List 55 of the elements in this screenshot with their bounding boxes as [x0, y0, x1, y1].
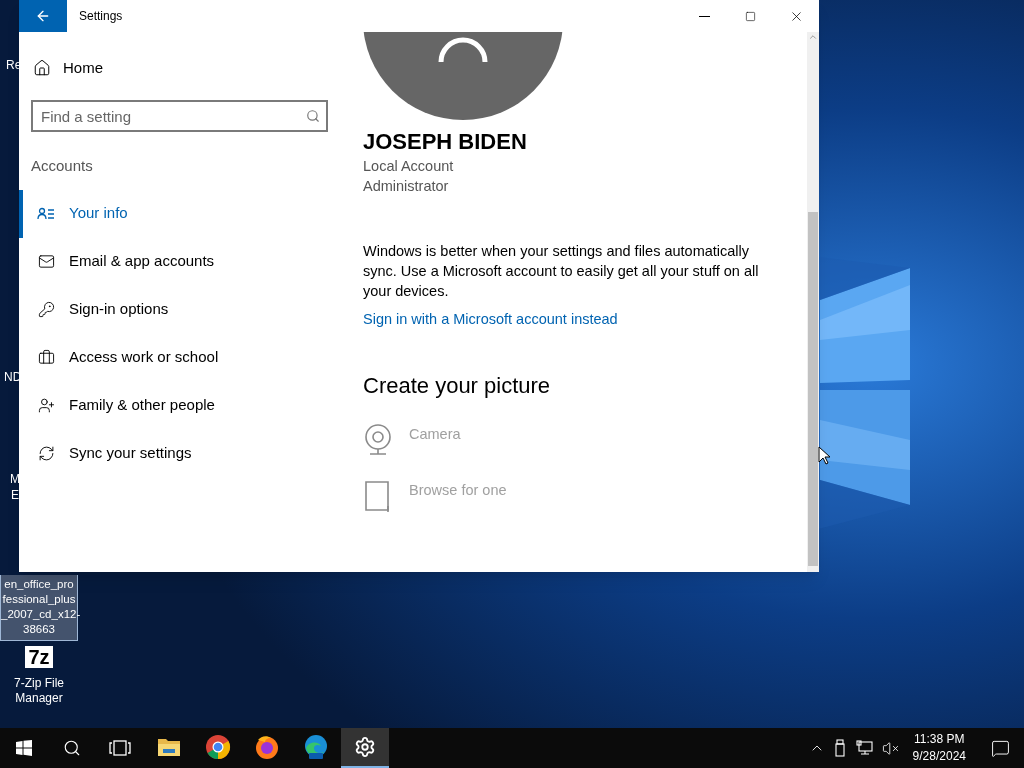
taskbar-app[interactable] — [341, 728, 389, 768]
settings-icon — [354, 736, 376, 758]
icon-label: 7-Zip File Manager — [13, 676, 65, 706]
icon-label: M — [10, 472, 20, 486]
section-heading: Create your picture — [363, 372, 552, 400]
maximize-icon — [744, 10, 756, 22]
scroll-up-icon — [808, 32, 818, 42]
home-nav-item[interactable]: Home — [19, 44, 340, 92]
scrollbar-thumb[interactable] — [808, 212, 818, 566]
mail-icon — [37, 253, 55, 270]
network-monitor-icon[interactable] — [855, 740, 873, 756]
chrome-icon — [205, 734, 231, 760]
document-icon — [364, 480, 392, 514]
nav-item[interactable]: Your info — [19, 189, 340, 238]
usb-drive-icon[interactable] — [833, 739, 846, 757]
home-icon — [33, 59, 51, 77]
mouse-pointer-icon — [818, 446, 830, 465]
person-list-icon — [37, 206, 55, 221]
nav-item[interactable]: Sign-in options — [19, 285, 340, 334]
search-icon — [63, 739, 81, 757]
clock-time: 11:38 PM — [914, 731, 965, 748]
clock-date: 9/28/2024 — [912, 748, 966, 765]
nav-item[interactable]: Family & other people — [19, 381, 340, 430]
account-detail: Administrator — [363, 177, 450, 196]
folder-icon — [157, 737, 181, 757]
user-name: JOSEPH BIDEN — [363, 128, 528, 156]
microsoft-account-link[interactable]: Sign in with a Microsoft account instead — [363, 309, 618, 329]
back-button[interactable] — [19, 0, 67, 32]
sync-icon — [37, 445, 55, 462]
notification-icon — [990, 738, 1010, 758]
key-icon — [37, 301, 55, 318]
edge-beta-icon — [303, 734, 329, 760]
account-detail: Local Account — [363, 157, 455, 176]
nav-item[interactable]: Access work or school — [19, 333, 340, 382]
app-logo: 7z — [25, 646, 53, 668]
briefcase-icon — [37, 349, 55, 366]
nav-item[interactable]: Email & app accounts — [19, 237, 340, 286]
search-field[interactable]: Find a setting — [31, 100, 328, 132]
section-heading: Accounts — [31, 156, 94, 176]
window-title: Settings — [79, 8, 123, 25]
search-icon — [306, 109, 320, 123]
sync-description: Windows is better when your settings and files automatically sync. Use a Microsoft account to easily get all your stuff on all your devices. — [363, 242, 760, 301]
desktop-icon[interactable]: 7z 7-Zip File Manager — [0, 643, 78, 710]
nav-item[interactable]: Sync your settings — [19, 429, 340, 478]
back-icon — [35, 8, 51, 24]
icon-label: E — [11, 488, 19, 502]
muted-speaker-icon[interactable] — [881, 739, 899, 757]
minimize-icon — [698, 15, 710, 17]
clock[interactable]: 11:38 PM 9/28/2024 — [902, 731, 976, 765]
person-add-icon — [37, 397, 55, 414]
task-view-icon — [109, 740, 131, 756]
webcam-icon — [363, 424, 393, 456]
fox-globe-icon — [254, 734, 280, 760]
scrollbar[interactable] — [807, 32, 819, 572]
windows-logo-icon — [16, 740, 32, 756]
